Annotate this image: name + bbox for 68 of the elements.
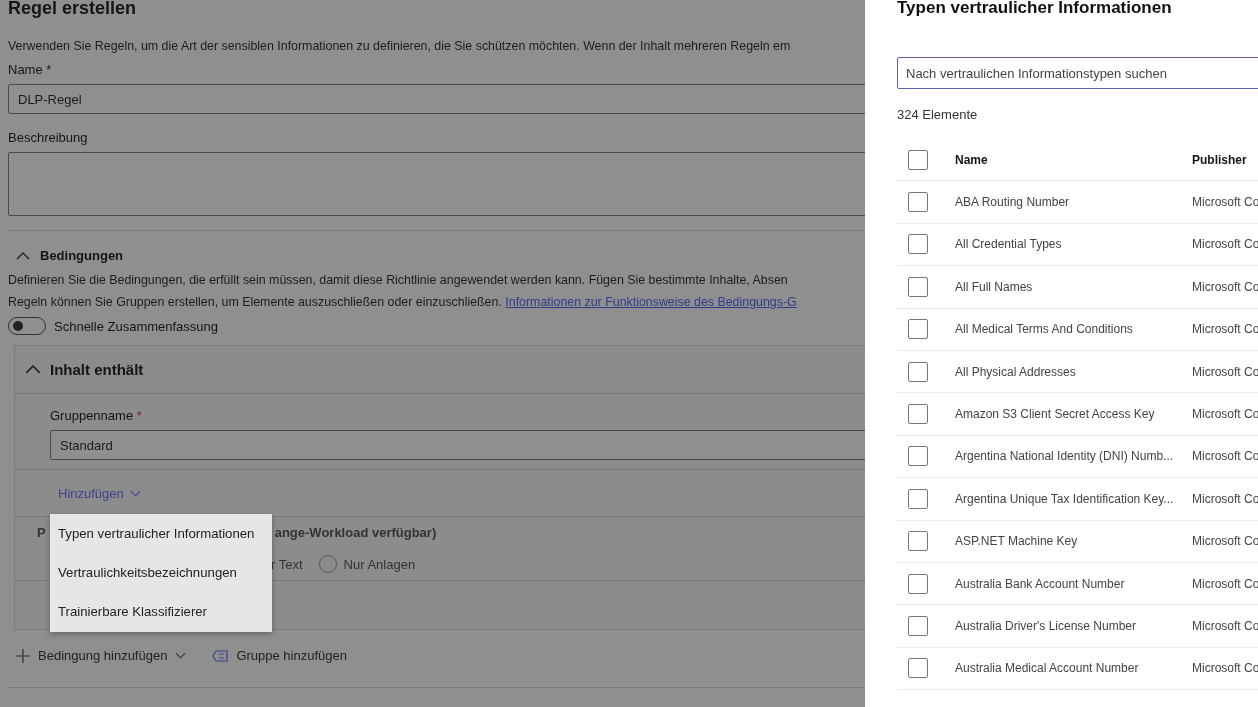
checkbox[interactable] [908,531,928,552]
table-cell: Microsoft Co [1192,237,1258,252]
toggle-label: Schnelle Zusammenfassung [54,318,219,334]
column-header[interactable]: Publisher [1192,152,1247,167]
table-cell-text: All Credential Types [955,237,1063,252]
table-cell: Microsoft Co [1192,619,1258,633]
checkbox[interactable] [908,616,928,636]
caret-icon [175,652,187,659]
column-header[interactable]: Name [955,152,1192,167]
add-condition-button[interactable]: Bedingung hinzufügen [14,646,189,665]
table-cell-text: All Full Names [955,279,1034,294]
group-icon [212,649,229,662]
table-cell: Microsoft Co [1192,322,1258,337]
field-label: Gruppenname [50,408,134,423]
checkbox[interactable] [908,192,928,213]
group-name-field[interactable]: Standard [50,430,865,460]
table-cell: Microsoft Co [1192,534,1258,549]
checkbox[interactable] [908,276,928,297]
table-cell: Microsoft Co [1192,491,1258,506]
checkbox[interactable] [908,149,928,170]
caret-icon [129,489,141,497]
table-cell-text: Argentina Unique Tax Identification Key... [955,491,1175,506]
table-cell-text: ABA Routing Number [955,195,1071,210]
table-cell: Microsoft Co [1192,576,1258,591]
checkbox[interactable] [908,234,928,255]
search-field[interactable]: Nach vertraulichen Informationstypen suchen [897,57,1258,89]
section-header[interactable]: Bedingungen [8,248,124,263]
description-field[interactable] [8,152,865,216]
table-cell: Microsoft Co [1192,407,1258,422]
checkbox[interactable] [908,319,928,340]
radio-label: r Text [271,556,303,572]
table-cell-text: Australia Bank Account Number [955,576,1126,591]
checkbox[interactable] [908,488,928,509]
menu-item[interactable]: Trainierbare Klassifizierer [50,596,272,635]
add-group-button[interactable]: Gruppe hinzufügen [210,646,349,665]
table-cell-text: Australia Medical Account Number [955,661,1140,676]
table-cell: Microsoft Co [1192,195,1258,210]
checkbox[interactable] [908,404,928,425]
table-cell-text: Australia Driver's License Number [955,619,1138,633]
intro-text: Verwenden Sie Regeln, um die Art der sensiblen Informationen zu definieren, die Sie schützen möchten. Wenn der Inhalt mehreren Regeln em [8,38,792,54]
panel-title: Typen vertraulicher Informationen [897,0,1173,19]
help-link[interactable]: Informationen zur Funktionsweise des Bedingungs-G [505,295,797,309]
table-cell-text: All Medical Terms And Conditions [955,322,1134,337]
field-label: Name * [8,62,53,78]
table-cell: Microsoft Co [1192,661,1258,676]
table-cell: Microsoft Co [1192,364,1258,379]
checkbox[interactable] [908,361,928,382]
menu-item[interactable]: Vertraulichkeitsbezeichnungen [50,557,272,596]
table-cell: Microsoft Co [1192,279,1258,294]
table-cell-text: All Physical Addresses [955,364,1077,379]
radio-option[interactable]: Nur Anlagen [318,555,416,573]
menu-item[interactable]: Typen vertraulicher Informationen [50,518,272,557]
option-label: ange-Workload verfügbar) [274,525,437,541]
item-count: 324 Elemente [897,106,979,124]
table-cell-text: Argentina National Identity (DNI) Numb... [955,449,1175,464]
table-cell: Microsoft Co [1192,449,1258,464]
checkbox[interactable] [908,573,928,594]
field-label: Beschreibung [8,130,89,146]
table-cell-text: ASP.NET Machine Key [955,534,1079,549]
page-title: Regel erstellen [8,0,138,18]
conditions-description: Definieren Sie die Bedingungen, die erfüllt sein müssen, damit diese Richtlinie angewendet werden kann. Fügen Sie bestimmte Inhalte, Absen Regeln können Sie Gruppen erstellen, um Elemente auszuschließen oder einzuschließen. Informationen zur Funktionsweise des Bedingungs-G [8,272,798,311]
plus-icon [16,648,30,663]
checkbox[interactable] [908,446,928,467]
name-field[interactable]: DLP-Regel [8,84,865,114]
option-label: P [37,525,46,541]
required-mark: * [136,408,142,423]
table-cell-text: Amazon S3 Client Secret Access Key [955,407,1156,422]
checkbox[interactable] [908,658,928,679]
